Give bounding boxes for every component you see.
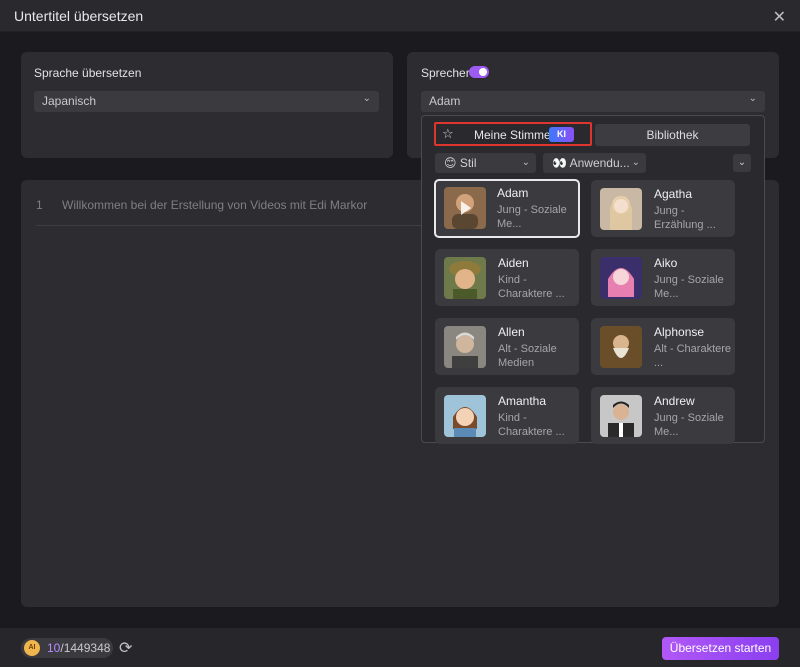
tab-my-voice[interactable]: ☆ Meine Stimme KI — [434, 122, 592, 146]
voice-card-aiden[interactable]: Aiden Kind - Charaktere ... — [435, 249, 579, 306]
voice-card-amantha[interactable]: Amantha Kind - Charaktere ... — [435, 387, 579, 444]
speaker-select-value: Adam — [429, 94, 461, 108]
avatar — [600, 395, 642, 437]
avatar — [444, 257, 486, 299]
subtitle-index: 1 — [36, 198, 43, 212]
divider — [36, 225, 422, 226]
voice-description: Jung - Soziale Me... — [497, 204, 567, 230]
avatar — [600, 257, 642, 299]
avatar — [600, 188, 642, 230]
subtitle-row[interactable]: 1 Willkommen bei der Erstellung von Video… — [36, 198, 367, 212]
usage-filter[interactable]: 👀 Anwendu... ⌄ — [543, 153, 646, 173]
voice-name: Andrew — [654, 394, 695, 408]
voice-name: Agatha — [654, 187, 693, 201]
credits-used: 10 — [47, 641, 61, 655]
usage-filter-label: 👀 Anwendu... — [552, 156, 630, 170]
speaker-toggle[interactable] — [469, 66, 489, 78]
voice-card-adam[interactable]: Adam Jung - Soziale Me... — [434, 179, 580, 238]
chevron-down-icon: ⌄ — [362, 93, 371, 104]
chevron-down-icon: ⌄ — [631, 157, 640, 168]
window-title: Untertitel übersetzen — [14, 8, 144, 24]
refresh-icon[interactable]: ⟳ — [119, 638, 132, 658]
speaker-label: Sprecher — [421, 66, 470, 80]
voice-description: Kind - Charaktere ... — [498, 274, 565, 300]
voice-card-allen[interactable]: Allen Alt - Soziale Medien — [435, 318, 579, 375]
chevron-down-icon: ⌄ — [748, 93, 757, 104]
voice-card-alphonse[interactable]: Alphonse Alt - Charaktere ... — [591, 318, 735, 375]
subtitle-text: Willkommen bei der Erstellung von Videos… — [62, 198, 368, 212]
title-bar: Untertitel übersetzen ✕ — [0, 0, 800, 32]
voice-card-andrew[interactable]: Andrew Jung - Soziale Me... — [591, 387, 735, 444]
coin-icon: AI — [24, 640, 40, 656]
voice-card-agatha[interactable]: Agatha Jung - Erzählung ... — [591, 180, 735, 237]
speaker-select[interactable]: Adam ⌄ — [421, 91, 765, 112]
avatar — [444, 326, 486, 368]
voice-description: Jung - Erzählung ... — [654, 205, 716, 231]
start-translation-button[interactable]: Übersetzen starten — [662, 637, 779, 660]
voice-description: Kind - Charaktere ... — [498, 412, 565, 438]
voice-name: Aiko — [654, 256, 678, 270]
expand-filters-button[interactable]: ⌄ — [733, 154, 751, 172]
voice-name: Aiden — [498, 256, 529, 270]
voice-card-aiko[interactable]: Aiko Jung - Soziale Me... — [591, 249, 735, 306]
avatar — [444, 187, 486, 229]
translate-language-label: Sprache übersetzen — [34, 66, 142, 80]
ai-badge: KI — [549, 127, 574, 142]
voice-name: Alphonse — [654, 325, 705, 339]
star-icon: ☆ — [442, 126, 454, 141]
tab-my-voice-label: Meine Stimme — [474, 128, 551, 142]
style-filter[interactable]: 😊 Stil ⌄ — [435, 153, 536, 173]
voice-description: Jung - Soziale Me... — [654, 274, 724, 300]
close-icon[interactable]: ✕ — [773, 7, 786, 27]
voice-name: Allen — [498, 325, 525, 339]
voice-description: Alt - Soziale Medien — [498, 343, 557, 369]
language-select-value: Japanisch — [42, 94, 97, 108]
credits-counter: AI 10/1449348 — [21, 638, 113, 658]
voice-name: Adam — [497, 186, 529, 200]
voice-description: Alt - Charaktere ... — [654, 343, 732, 369]
voice-name: Amantha — [498, 394, 547, 408]
language-select[interactable]: Japanisch ⌄ — [34, 91, 379, 112]
chevron-down-icon: ⌄ — [521, 157, 530, 168]
avatar — [600, 326, 642, 368]
credits-total: /1449348 — [60, 641, 111, 655]
tab-library[interactable]: Bibliothek — [595, 124, 750, 146]
style-filter-label: 😊 Stil — [444, 156, 477, 170]
avatar — [444, 395, 486, 437]
voice-description: Jung - Soziale Me... — [654, 412, 724, 438]
